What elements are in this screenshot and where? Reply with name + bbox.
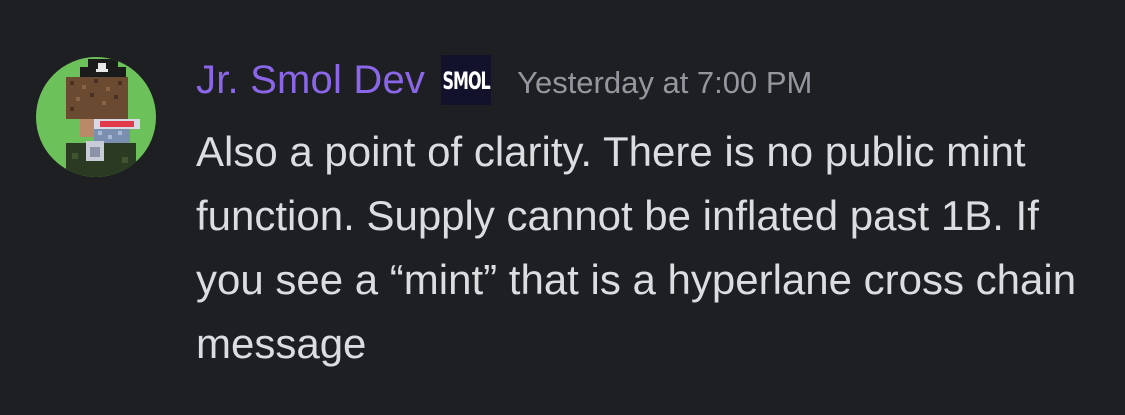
- message-timestamp[interactable]: Yesterday at 7:00 PM: [517, 65, 812, 101]
- role-badge-icon[interactable]: SMOL: [441, 55, 492, 105]
- message-header: Jr. Smol Dev SMOL Yesterday at 7:00 PM: [196, 52, 812, 108]
- user-avatar[interactable]: [36, 57, 156, 177]
- message-content: Also a point of clarity. There is no pub…: [196, 128, 1077, 367]
- pixel-pirate-avatar-icon: [66, 59, 140, 177]
- chat-message: Jr. Smol Dev SMOL Yesterday at 7:00 PM A…: [0, 0, 1125, 415]
- username[interactable]: Jr. Smol Dev: [196, 58, 425, 103]
- role-badge-label: SMOL: [442, 65, 491, 95]
